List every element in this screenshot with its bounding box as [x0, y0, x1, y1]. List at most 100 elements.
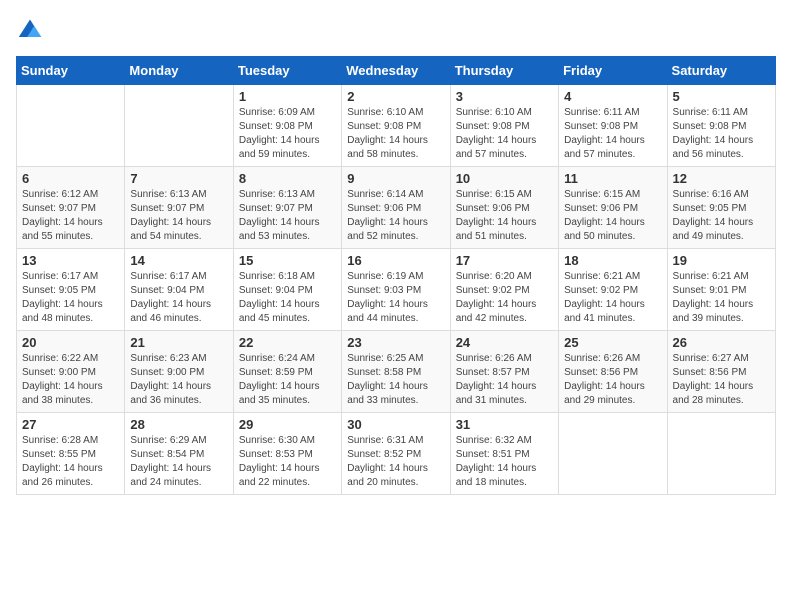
calendar-cell: 8 Sunrise: 6:13 AM Sunset: 9:07 PM Daylig… [233, 167, 341, 249]
day-number: 7 [130, 171, 227, 186]
calendar-cell: 18 Sunrise: 6:21 AM Sunset: 9:02 PM Dayli… [559, 249, 667, 331]
day-info: Sunrise: 6:23 AM Sunset: 9:00 PM Dayligh… [130, 352, 227, 408]
day-number: 2 [347, 89, 444, 104]
calendar-week-row: 20 Sunrise: 6:22 AM Sunset: 9:00 PM Dayli… [17, 331, 776, 413]
day-number: 10 [456, 171, 553, 186]
day-info: Sunrise: 6:26 AM Sunset: 8:57 PM Dayligh… [456, 352, 553, 408]
day-number: 6 [22, 171, 119, 186]
day-number: 29 [239, 417, 336, 432]
day-info: Sunrise: 6:12 AM Sunset: 9:07 PM Dayligh… [22, 188, 119, 244]
day-info: Sunrise: 6:24 AM Sunset: 8:59 PM Dayligh… [239, 352, 336, 408]
day-info: Sunrise: 6:32 AM Sunset: 8:51 PM Dayligh… [456, 434, 553, 490]
page-header [16, 16, 776, 44]
day-info: Sunrise: 6:11 AM Sunset: 9:08 PM Dayligh… [673, 106, 770, 162]
calendar-cell: 9 Sunrise: 6:14 AM Sunset: 9:06 PM Daylig… [342, 167, 450, 249]
calendar-cell [559, 413, 667, 495]
calendar-cell: 28 Sunrise: 6:29 AM Sunset: 8:54 PM Dayli… [125, 413, 233, 495]
day-info: Sunrise: 6:21 AM Sunset: 9:02 PM Dayligh… [564, 270, 661, 326]
day-number: 9 [347, 171, 444, 186]
day-info: Sunrise: 6:25 AM Sunset: 8:58 PM Dayligh… [347, 352, 444, 408]
day-number: 23 [347, 335, 444, 350]
day-number: 18 [564, 253, 661, 268]
calendar-cell: 7 Sunrise: 6:13 AM Sunset: 9:07 PM Daylig… [125, 167, 233, 249]
calendar-cell: 22 Sunrise: 6:24 AM Sunset: 8:59 PM Dayli… [233, 331, 341, 413]
day-info: Sunrise: 6:29 AM Sunset: 8:54 PM Dayligh… [130, 434, 227, 490]
calendar-cell [667, 413, 775, 495]
calendar-cell: 11 Sunrise: 6:15 AM Sunset: 9:06 PM Dayli… [559, 167, 667, 249]
day-info: Sunrise: 6:13 AM Sunset: 9:07 PM Dayligh… [130, 188, 227, 244]
calendar-table: SundayMondayTuesdayWednesdayThursdayFrid… [16, 56, 776, 495]
calendar-cell: 10 Sunrise: 6:15 AM Sunset: 9:06 PM Dayli… [450, 167, 558, 249]
day-number: 26 [673, 335, 770, 350]
calendar-cell: 17 Sunrise: 6:20 AM Sunset: 9:02 PM Dayli… [450, 249, 558, 331]
day-info: Sunrise: 6:28 AM Sunset: 8:55 PM Dayligh… [22, 434, 119, 490]
day-info: Sunrise: 6:10 AM Sunset: 9:08 PM Dayligh… [347, 106, 444, 162]
day-info: Sunrise: 6:17 AM Sunset: 9:05 PM Dayligh… [22, 270, 119, 326]
day-number: 11 [564, 171, 661, 186]
day-info: Sunrise: 6:14 AM Sunset: 9:06 PM Dayligh… [347, 188, 444, 244]
day-info: Sunrise: 6:30 AM Sunset: 8:53 PM Dayligh… [239, 434, 336, 490]
calendar-cell: 19 Sunrise: 6:21 AM Sunset: 9:01 PM Dayli… [667, 249, 775, 331]
day-number: 15 [239, 253, 336, 268]
day-number: 31 [456, 417, 553, 432]
day-info: Sunrise: 6:17 AM Sunset: 9:04 PM Dayligh… [130, 270, 227, 326]
day-info: Sunrise: 6:26 AM Sunset: 8:56 PM Dayligh… [564, 352, 661, 408]
calendar-week-row: 1Sunrise: 6:09 AM Sunset: 9:08 PM Daylig… [17, 85, 776, 167]
generalblue-logo-icon [16, 16, 44, 44]
calendar-cell: 1Sunrise: 6:09 AM Sunset: 9:08 PM Daylig… [233, 85, 341, 167]
day-info: Sunrise: 6:11 AM Sunset: 9:08 PM Dayligh… [564, 106, 661, 162]
calendar-cell: 4Sunrise: 6:11 AM Sunset: 9:08 PM Daylig… [559, 85, 667, 167]
calendar-cell: 5Sunrise: 6:11 AM Sunset: 9:08 PM Daylig… [667, 85, 775, 167]
day-info: Sunrise: 6:15 AM Sunset: 9:06 PM Dayligh… [564, 188, 661, 244]
calendar-cell: 2 Sunrise: 6:10 AM Sunset: 9:08 PM Daylig… [342, 85, 450, 167]
day-number: 1 [239, 89, 336, 104]
calendar-cell: 16Sunrise: 6:19 AM Sunset: 9:03 PM Dayli… [342, 249, 450, 331]
day-number: 24 [456, 335, 553, 350]
calendar-cell: 30 Sunrise: 6:31 AM Sunset: 8:52 PM Dayli… [342, 413, 450, 495]
day-info: Sunrise: 6:27 AM Sunset: 8:56 PM Dayligh… [673, 352, 770, 408]
day-number: 8 [239, 171, 336, 186]
day-info: Sunrise: 6:16 AM Sunset: 9:05 PM Dayligh… [673, 188, 770, 244]
day-info: Sunrise: 6:19 AM Sunset: 9:03 PM Dayligh… [347, 270, 444, 326]
day-number: 19 [673, 253, 770, 268]
day-number: 28 [130, 417, 227, 432]
calendar-cell: 21 Sunrise: 6:23 AM Sunset: 9:00 PM Dayli… [125, 331, 233, 413]
day-number: 3 [456, 89, 553, 104]
day-info: Sunrise: 6:20 AM Sunset: 9:02 PM Dayligh… [456, 270, 553, 326]
day-info: Sunrise: 6:13 AM Sunset: 9:07 PM Dayligh… [239, 188, 336, 244]
day-number: 12 [673, 171, 770, 186]
calendar-cell [125, 85, 233, 167]
day-number: 17 [456, 253, 553, 268]
day-number: 13 [22, 253, 119, 268]
day-number: 22 [239, 335, 336, 350]
calendar-cell: 6 Sunrise: 6:12 AM Sunset: 9:07 PM Daylig… [17, 167, 125, 249]
calendar-cell: 3Sunrise: 6:10 AM Sunset: 9:08 PM Daylig… [450, 85, 558, 167]
day-number: 20 [22, 335, 119, 350]
logo [16, 16, 48, 44]
calendar-header-row: SundayMondayTuesdayWednesdayThursdayFrid… [17, 57, 776, 85]
calendar-cell: 31 Sunrise: 6:32 AM Sunset: 8:51 PM Dayli… [450, 413, 558, 495]
day-number: 30 [347, 417, 444, 432]
day-info: Sunrise: 6:31 AM Sunset: 8:52 PM Dayligh… [347, 434, 444, 490]
calendar-cell: 15Sunrise: 6:18 AM Sunset: 9:04 PM Dayli… [233, 249, 341, 331]
calendar-cell: 13 Sunrise: 6:17 AM Sunset: 9:05 PM Dayli… [17, 249, 125, 331]
day-info: Sunrise: 6:21 AM Sunset: 9:01 PM Dayligh… [673, 270, 770, 326]
calendar-weekday-header: Saturday [667, 57, 775, 85]
day-info: Sunrise: 6:22 AM Sunset: 9:00 PM Dayligh… [22, 352, 119, 408]
calendar-week-row: 6 Sunrise: 6:12 AM Sunset: 9:07 PM Daylig… [17, 167, 776, 249]
calendar-cell: 23 Sunrise: 6:25 AM Sunset: 8:58 PM Dayli… [342, 331, 450, 413]
day-number: 14 [130, 253, 227, 268]
calendar-weekday-header: Sunday [17, 57, 125, 85]
calendar-cell: 24 Sunrise: 6:26 AM Sunset: 8:57 PM Dayli… [450, 331, 558, 413]
calendar-cell: 20 Sunrise: 6:22 AM Sunset: 9:00 PM Dayli… [17, 331, 125, 413]
calendar-cell: 14 Sunrise: 6:17 AM Sunset: 9:04 PM Dayli… [125, 249, 233, 331]
calendar-cell [17, 85, 125, 167]
calendar-cell: 12 Sunrise: 6:16 AM Sunset: 9:05 PM Dayli… [667, 167, 775, 249]
calendar-cell: 25Sunrise: 6:26 AM Sunset: 8:56 PM Dayli… [559, 331, 667, 413]
calendar-cell: 27Sunrise: 6:28 AM Sunset: 8:55 PM Dayli… [17, 413, 125, 495]
day-info: Sunrise: 6:15 AM Sunset: 9:06 PM Dayligh… [456, 188, 553, 244]
calendar-weekday-header: Thursday [450, 57, 558, 85]
day-number: 21 [130, 335, 227, 350]
calendar-week-row: 27Sunrise: 6:28 AM Sunset: 8:55 PM Dayli… [17, 413, 776, 495]
calendar-cell: 29 Sunrise: 6:30 AM Sunset: 8:53 PM Dayli… [233, 413, 341, 495]
